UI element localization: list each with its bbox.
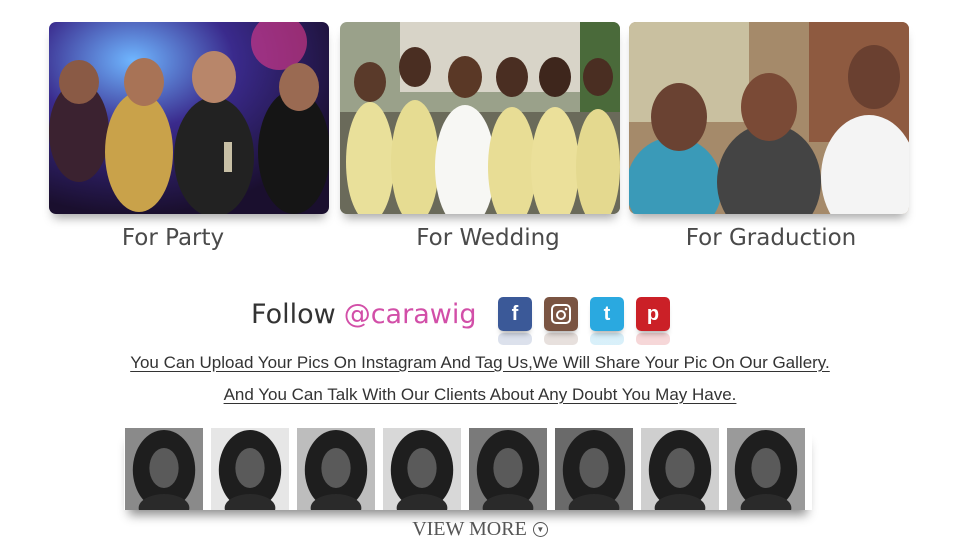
view-more-label: VIEW MORE [412,518,527,540]
gallery-photo[interactable] [555,428,633,510]
graduation-label: For Graduction [685,225,857,251]
facebook-icon[interactable]: f [498,297,532,345]
chevron-down-circle-icon: ▼ [532,522,548,537]
upload-info-line: You Can Upload Your Pics On Instagram An… [0,353,960,373]
gallery-photo[interactable] [641,428,719,510]
gallery-photo[interactable] [383,428,461,510]
graduation-photo[interactable] [629,22,909,214]
wedding-photo-image [340,22,620,214]
twitter-icon[interactable]: t [590,297,624,345]
pinterest-icon[interactable]: p [636,297,670,345]
upload-info-link[interactable]: You Can Upload Your Pics On Instagram An… [130,353,830,372]
follow-text: Follow [251,298,336,330]
wedding-label: For Wedding [416,225,560,251]
gallery-photo[interactable] [211,428,289,510]
facebook-glyph: f [511,302,519,325]
follow-heading: Follow @carawig [251,294,476,334]
gallery-photo[interactable] [125,428,203,510]
gallery-photo[interactable] [469,428,547,510]
talk-info-line: And You Can Talk With Our Clients About … [0,385,960,405]
wedding-photo[interactable] [340,22,620,214]
gallery-photo[interactable] [727,428,805,510]
instagram-glyph [551,304,571,324]
gallery-photo[interactable] [297,428,375,510]
graduation-photo-image [629,22,909,214]
view-more-button[interactable]: VIEW MORE ▼ [0,518,960,541]
twitter-glyph: t [603,302,611,325]
instagram-icon[interactable] [544,297,578,345]
talk-info-link[interactable]: And You Can Talk With Our Clients About … [224,385,737,404]
party-label: For Party [121,225,225,251]
pinterest-glyph: p [646,302,660,325]
party-photo[interactable] [49,22,329,214]
party-photo-image [49,22,329,214]
customer-gallery [124,428,812,510]
instagram-handle[interactable]: @carawig [344,299,477,330]
